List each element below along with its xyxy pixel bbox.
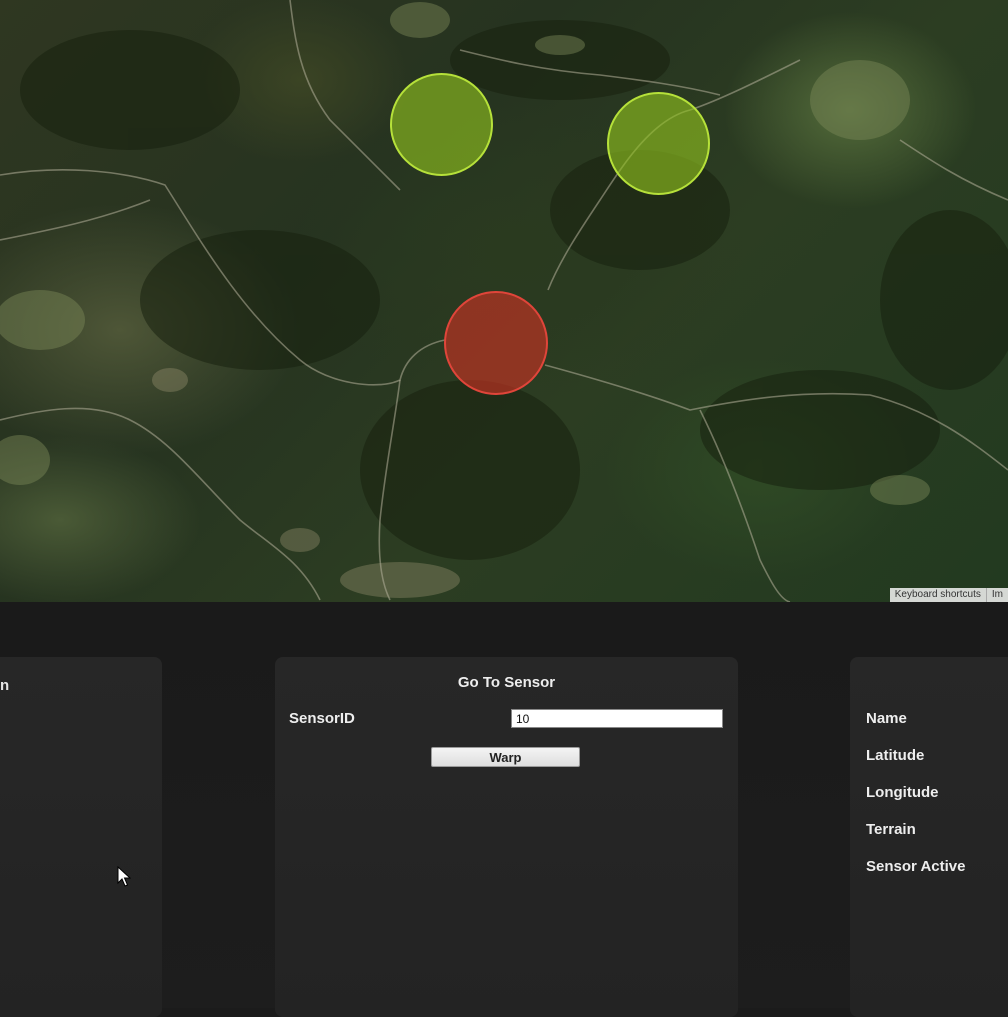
go-to-sensor-panel: Go To Sensor SensorID Warp [275, 657, 738, 1017]
imagery-attribution-link[interactable]: Im [985, 588, 1008, 602]
sensor-id-input[interactable] [511, 709, 723, 728]
satellite-map[interactable]: Keyboard shortcuts Im [0, 0, 1008, 602]
mouse-cursor-icon [117, 866, 131, 887]
left-panel: n [0, 657, 162, 1017]
left-panel-partial-text: n [0, 677, 10, 694]
panel-title: Go To Sensor [457, 674, 556, 691]
sensor-marker-active[interactable] [390, 73, 493, 176]
control-area: n Go To Sensor SensorID Warp Name Latitu… [0, 602, 1008, 1017]
sensor-info-panel: Name Latitude Longitude Terrain Sensor A… [850, 657, 1008, 1017]
sensor-marker-inactive[interactable] [444, 291, 548, 395]
sensor-id-label: SensorID [289, 710, 355, 727]
latitude-label: Latitude [866, 747, 925, 764]
keyboard-shortcuts-link[interactable]: Keyboard shortcuts [890, 588, 986, 602]
sensor-marker-active[interactable] [607, 92, 710, 195]
longitude-label: Longitude [866, 784, 939, 801]
sensor-active-label: Sensor Active [866, 858, 966, 875]
name-label: Name [866, 710, 907, 727]
warp-button[interactable]: Warp [431, 747, 580, 767]
terrain-label: Terrain [866, 821, 916, 838]
map-attribution: Keyboard shortcuts Im [889, 588, 1008, 602]
